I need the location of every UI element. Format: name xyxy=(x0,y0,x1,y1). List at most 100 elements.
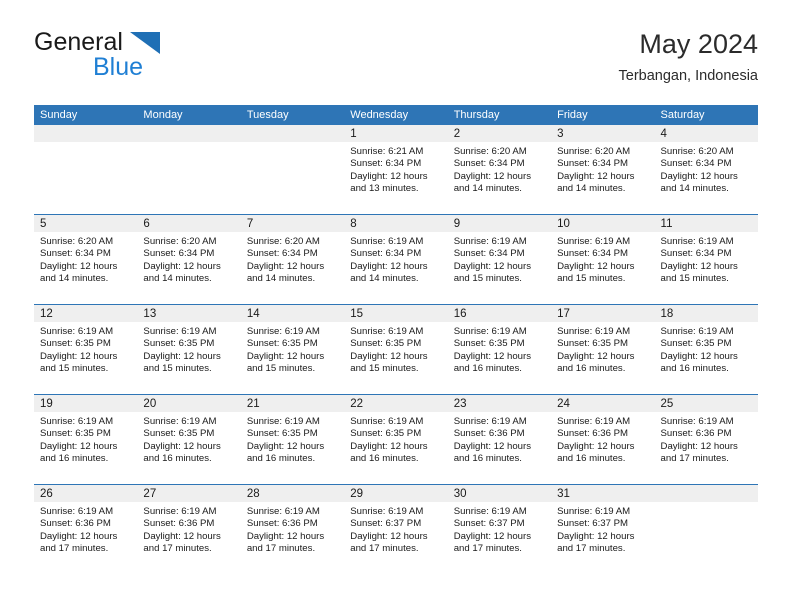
sunrise-text: Sunrise: 6:19 AM xyxy=(350,236,424,247)
daylight-text-line2: and 14 minutes. xyxy=(246,272,316,284)
day-cell[interactable]: 25 Sunrise: 6:19 AM Sunset: 6:36 PM Dayligh… xyxy=(654,395,758,484)
day-cell[interactable]: 16 Sunrise: 6:19 AM Sunset: 6:35 PM Dayligh… xyxy=(447,305,552,394)
daylight-text-line2: and 16 minutes. xyxy=(557,452,626,464)
weekday-sunday: Sunday xyxy=(40,109,78,121)
day-details: Sunrise: 6:20 AM Sunset: 6:34 PM Daylight:… xyxy=(137,232,240,285)
daylight-text-line2: and 15 minutes. xyxy=(40,362,109,374)
sunset-text: Sunset: 6:35 PM xyxy=(453,338,525,350)
day-cell[interactable]: 29 Sunrise: 6:19 AM Sunset: 6:37 PM Dayligh… xyxy=(344,485,448,574)
daylight-text-line1: Daylight: 12 hours xyxy=(660,440,738,452)
daylight-text-line1: Daylight: 12 hours xyxy=(246,260,325,272)
day-details: Sunrise: 6:19 AM Sunset: 6:35 PM Daylight:… xyxy=(241,412,344,465)
sunset-text: Sunset: 6:36 PM xyxy=(660,428,732,440)
day-cell[interactable]: 1 Sunrise: 6:21 AM Sunset: 6:34 PM Daylight… xyxy=(344,125,448,214)
sunset-text: Sunset: 6:37 PM xyxy=(350,518,422,530)
daylight-text-line1: Daylight: 12 hours xyxy=(246,350,325,362)
week-row: 12 Sunrise: 6:19 AM Sunset: 6:35 PM Dayligh… xyxy=(34,304,758,394)
daylight-text-line2: and 16 minutes. xyxy=(453,452,522,464)
day-cell[interactable]: 23 Sunrise: 6:19 AM Sunset: 6:36 PM Dayligh… xyxy=(447,395,552,484)
day-details: Sunrise: 6:20 AM Sunset: 6:34 PM Daylight:… xyxy=(551,142,654,195)
sunset-text: Sunset: 6:34 PM xyxy=(246,248,318,260)
sunset-text: Sunset: 6:35 PM xyxy=(143,428,215,440)
weeks-container: 1 Sunrise: 6:21 AM Sunset: 6:34 PM Daylight… xyxy=(34,125,758,574)
day-cell[interactable]: 31 Sunrise: 6:19 AM Sunset: 6:37 PM Dayligh… xyxy=(551,485,655,574)
day-cell[interactable]: 22 Sunrise: 6:19 AM Sunset: 6:35 PM Dayligh… xyxy=(344,395,448,484)
day-number: 25 xyxy=(654,395,758,412)
day-number: 7 xyxy=(240,215,345,232)
sunset-text: Sunset: 6:34 PM xyxy=(660,158,732,170)
day-number: 20 xyxy=(137,395,241,412)
day-cell[interactable]: 6 Sunrise: 6:20 AM Sunset: 6:34 PM Daylight… xyxy=(137,215,241,304)
day-cell[interactable]: 12 Sunrise: 6:19 AM Sunset: 6:35 PM Dayligh… xyxy=(34,305,138,394)
day-number: 21 xyxy=(240,395,345,412)
day-details: Sunrise: 6:19 AM Sunset: 6:36 PM Daylight:… xyxy=(655,412,758,465)
sunset-text: Sunset: 6:35 PM xyxy=(557,338,629,350)
daylight-text-line1: Daylight: 12 hours xyxy=(557,260,635,272)
daylight-text-line2: and 16 minutes. xyxy=(143,452,212,464)
day-cell[interactable]: 5 Sunrise: 6:20 AM Sunset: 6:34 PM Daylight… xyxy=(34,215,138,304)
day-details: Sunrise: 6:19 AM Sunset: 6:34 PM Daylight:… xyxy=(448,232,551,285)
day-cell[interactable]: 26 Sunrise: 6:19 AM Sunset: 6:36 PM Dayligh… xyxy=(34,485,138,574)
day-cell[interactable]: 9 Sunrise: 6:19 AM Sunset: 6:34 PM Daylight… xyxy=(447,215,552,304)
day-cell[interactable]: 11 Sunrise: 6:19 AM Sunset: 6:34 PM Dayligh… xyxy=(654,215,758,304)
day-cell[interactable]: 14 Sunrise: 6:19 AM Sunset: 6:35 PM Dayligh… xyxy=(240,305,345,394)
daylight-text-line1: Daylight: 12 hours xyxy=(557,350,635,362)
title-block: May 2024 Terbangan, Indonesia xyxy=(619,28,758,86)
page-title: May 2024 xyxy=(639,29,758,59)
day-details: Sunrise: 6:19 AM Sunset: 6:35 PM Daylight:… xyxy=(344,412,447,465)
sunset-text: Sunset: 6:34 PM xyxy=(557,248,629,260)
day-cell[interactable]: 7 Sunrise: 6:20 AM Sunset: 6:34 PM Daylight… xyxy=(240,215,345,304)
sunset-text: Sunset: 6:34 PM xyxy=(453,248,525,260)
day-cell[interactable]: 15 Sunrise: 6:19 AM Sunset: 6:35 PM Dayligh… xyxy=(344,305,448,394)
day-cell[interactable]: 4 Sunrise: 6:20 AM Sunset: 6:34 PM Daylight… xyxy=(654,125,758,214)
daylight-text-line2: and 15 minutes. xyxy=(453,272,522,284)
day-number: 15 xyxy=(344,305,448,322)
daylight-text-line2: and 16 minutes. xyxy=(350,452,419,464)
daylight-text-line1: Daylight: 12 hours xyxy=(40,350,118,362)
day-number xyxy=(654,485,758,502)
day-details: Sunrise: 6:20 AM Sunset: 6:34 PM Daylight:… xyxy=(34,232,137,285)
day-cell[interactable]: 8 Sunrise: 6:19 AM Sunset: 6:34 PM Daylight… xyxy=(344,215,448,304)
day-cell[interactable]: 21 Sunrise: 6:19 AM Sunset: 6:35 PM Dayligh… xyxy=(240,395,345,484)
sunrise-text: Sunrise: 6:19 AM xyxy=(557,236,631,247)
day-number: 30 xyxy=(447,485,552,502)
daylight-text-line2: and 15 minutes. xyxy=(350,362,419,374)
sunrise-text: Sunrise: 6:19 AM xyxy=(246,416,320,427)
daylight-text-line2: and 17 minutes. xyxy=(40,542,109,554)
day-details: Sunrise: 6:19 AM Sunset: 6:34 PM Daylight:… xyxy=(655,232,758,285)
sunset-text: Sunset: 6:35 PM xyxy=(350,428,422,440)
sunset-text: Sunset: 6:37 PM xyxy=(557,518,629,530)
day-number xyxy=(240,125,345,142)
day-number: 10 xyxy=(551,215,655,232)
day-details: Sunrise: 6:20 AM Sunset: 6:34 PM Daylight:… xyxy=(655,142,758,195)
day-cell[interactable]: 17 Sunrise: 6:19 AM Sunset: 6:35 PM Dayligh… xyxy=(551,305,655,394)
daylight-text-line2: and 17 minutes. xyxy=(557,542,626,554)
day-cell[interactable]: 30 Sunrise: 6:19 AM Sunset: 6:37 PM Dayligh… xyxy=(447,485,552,574)
day-cell[interactable]: 10 Sunrise: 6:19 AM Sunset: 6:34 PM Dayligh… xyxy=(551,215,655,304)
day-cell[interactable]: 28 Sunrise: 6:19 AM Sunset: 6:36 PM Dayligh… xyxy=(240,485,345,574)
day-cell[interactable]: 18 Sunrise: 6:19 AM Sunset: 6:35 PM Dayligh… xyxy=(654,305,758,394)
sunrise-text: Sunrise: 6:19 AM xyxy=(246,506,320,517)
day-cell[interactable]: 27 Sunrise: 6:19 AM Sunset: 6:36 PM Dayligh… xyxy=(137,485,241,574)
daylight-text-line1: Daylight: 12 hours xyxy=(350,260,428,272)
day-number: 14 xyxy=(240,305,345,322)
day-cell[interactable]: 19 Sunrise: 6:19 AM Sunset: 6:35 PM Dayligh… xyxy=(34,395,138,484)
sunrise-text: Sunrise: 6:20 AM xyxy=(557,146,631,157)
sunset-text: Sunset: 6:34 PM xyxy=(453,158,525,170)
day-cell[interactable]: 24 Sunrise: 6:19 AM Sunset: 6:36 PM Dayligh… xyxy=(551,395,655,484)
day-cell[interactable]: 3 Sunrise: 6:20 AM Sunset: 6:34 PM Daylight… xyxy=(551,125,655,214)
day-number: 29 xyxy=(344,485,448,502)
day-details: Sunrise: 6:19 AM Sunset: 6:35 PM Daylight:… xyxy=(655,322,758,375)
day-cell[interactable]: 13 Sunrise: 6:19 AM Sunset: 6:35 PM Dayligh… xyxy=(137,305,241,394)
sunset-text: Sunset: 6:35 PM xyxy=(40,338,111,350)
day-cell[interactable]: 20 Sunrise: 6:19 AM Sunset: 6:35 PM Dayligh… xyxy=(137,395,241,484)
sunrise-text: Sunrise: 6:19 AM xyxy=(557,506,631,517)
daylight-text-line2: and 15 minutes. xyxy=(660,272,729,284)
day-cell[interactable]: 2 Sunrise: 6:20 AM Sunset: 6:34 PM Daylight… xyxy=(447,125,552,214)
day-details: Sunrise: 6:19 AM Sunset: 6:35 PM Daylight:… xyxy=(551,322,654,375)
day-details: Sunrise: 6:19 AM Sunset: 6:36 PM Daylight:… xyxy=(448,412,551,465)
sunset-text: Sunset: 6:34 PM xyxy=(557,158,629,170)
sunrise-text: Sunrise: 6:19 AM xyxy=(453,416,527,427)
sunrise-text: Sunrise: 6:20 AM xyxy=(453,146,527,157)
page-header: General Blue May 2024 Terbangan, Indones… xyxy=(34,28,758,100)
